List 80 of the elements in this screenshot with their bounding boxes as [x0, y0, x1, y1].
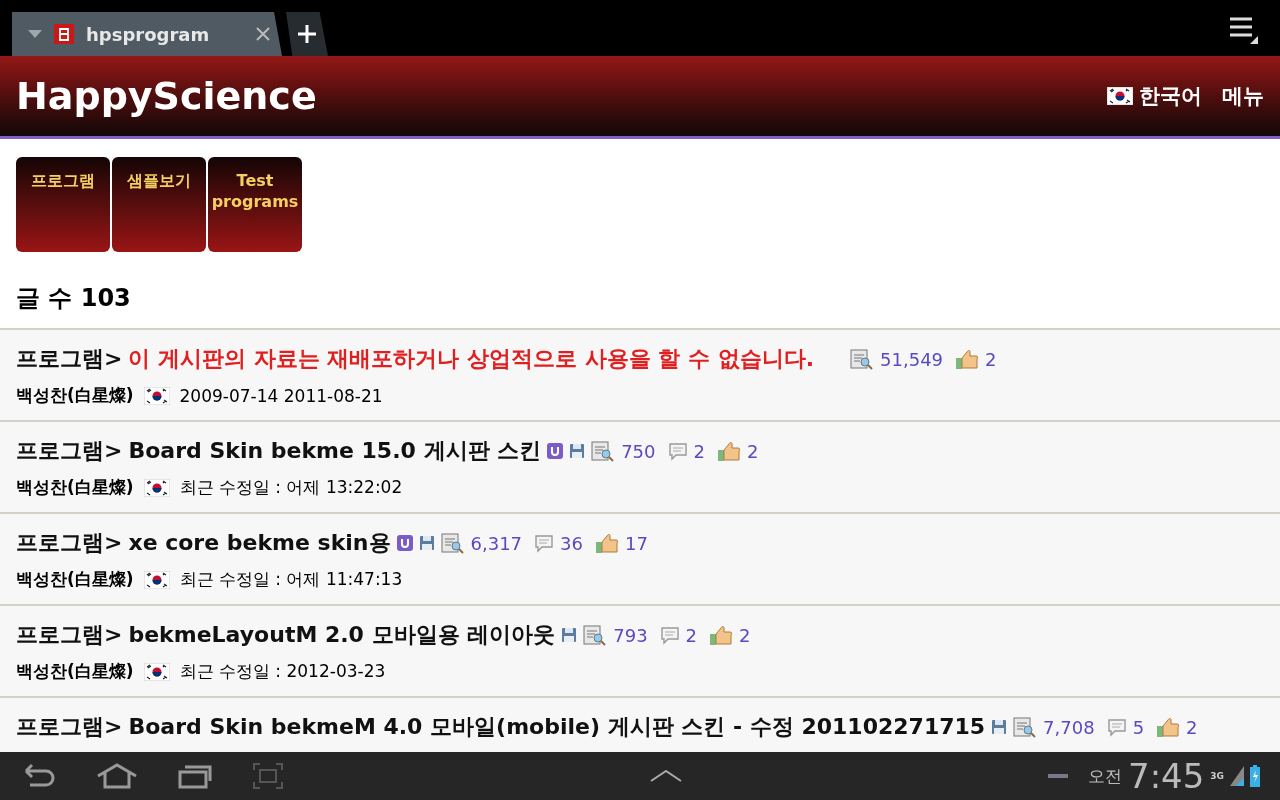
thumbs-up-icon [594, 532, 619, 554]
comment-count: 5 [1132, 716, 1145, 738]
home-icon[interactable] [96, 763, 138, 789]
view-count: 7,708 [1043, 716, 1095, 738]
close-icon[interactable] [256, 27, 270, 41]
korea-flag-icon [1107, 87, 1133, 105]
post-author: 백성찬(白星燦) [16, 660, 134, 683]
document-search-icon [583, 624, 608, 646]
post-author: 백성찬(白星燦) [16, 568, 134, 591]
post-date: 2009-07-14 2011-08-21 [179, 385, 383, 406]
battery-icon [1250, 765, 1260, 787]
like-count: 2 [747, 440, 759, 462]
view-count: 6,317 [470, 532, 523, 554]
comment-count: 36 [560, 532, 583, 554]
view-count: 750 [621, 440, 656, 462]
like-count: 2 [739, 624, 751, 646]
category-button[interactable]: 프로그램 [16, 157, 110, 252]
post-author: 백성찬(白星燦) [16, 384, 134, 407]
comment-count: 2 [693, 440, 705, 462]
network-type: 3G [1210, 771, 1224, 781]
speech-bubble-icon [1106, 717, 1127, 737]
speech-bubble-icon [534, 533, 555, 553]
thumbs-up-icon [1156, 716, 1181, 738]
post-title[interactable]: 이 게시판의 자료는 재배포하거나 상업적으로 사용을 할 수 없습니다. [128, 344, 815, 374]
like-count: 2 [1186, 716, 1198, 738]
post-date: 최근 수정일 : 어제 11:47:13 [179, 568, 403, 591]
browser-tab[interactable]: hpsprogram [12, 12, 282, 56]
tab-title: hpsprogram [86, 23, 211, 45]
dropdown-icon [28, 30, 42, 38]
view-count: 51,549 [880, 348, 944, 370]
thumbs-up-icon [955, 348, 980, 370]
like-count: 17 [624, 532, 648, 554]
post-category: 프로그램> [16, 529, 123, 557]
post-title[interactable]: Board Skin bekmeM 4.0 모바일(mobile) 게시판 스킨 - 수정 201102271715 [128, 712, 986, 742]
site-favicon-icon [54, 24, 74, 44]
post-category: 프로그램> [16, 713, 123, 741]
post-title[interactable]: xe core bekme skin용 [128, 528, 391, 558]
post-row[interactable]: 프로그램> Board Skin bekmeM 4.0 모바일(mobile) 게시판 스킨 - 수정 201102271715 7,708 5 2 [0, 696, 1280, 752]
minus-icon [1048, 774, 1068, 778]
post-category: 프로그램> [16, 621, 123, 649]
korea-flag-icon [143, 478, 170, 497]
thumbs-up-icon [717, 440, 741, 462]
clock: 7:45 [1128, 756, 1205, 796]
post-title[interactable]: bekmeLayoutM 2.0 모바일용 레이아웃 [128, 620, 556, 650]
menu-icon[interactable] [1228, 16, 1258, 44]
post-date: 최근 수정일 : 2012-03-23 [179, 660, 386, 683]
like-count: 2 [985, 348, 997, 370]
post-title[interactable]: Board Skin bekme 15.0 게시판 스킨 [128, 436, 542, 466]
category-button[interactable]: Test programs [208, 157, 302, 252]
user-badge-icon [396, 535, 413, 551]
comment-count: 2 [685, 624, 698, 646]
site-title[interactable]: HappyScience [16, 74, 1107, 118]
speech-bubble-icon [667, 441, 688, 461]
korea-flag-icon [143, 662, 170, 681]
post-author: 백성찬(白星燦) [16, 476, 134, 499]
recent-apps-icon[interactable] [178, 763, 212, 789]
post-row[interactable]: 프로그램> 이 게시판의 자료는 재배포하거나 상업적으로 사용을 할 수 없습니다. 51,549 2 백성찬(白星燦) 2009-07-14 2011-08-21 [0, 328, 1280, 420]
document-search-icon [591, 440, 616, 462]
post-row[interactable]: 프로그램> Board Skin bekme 15.0 게시판 스킨 750 2 2 백성찬(白星燦) 최근 수정일 : 어제 13:22:02 [0, 420, 1280, 512]
post-row[interactable]: 프로그램> bekmeLayoutM 2.0 모바일용 레이아웃 793 2 2 백성찬(白星燦) 최근 수정일 : 2012-03-23 [0, 604, 1280, 696]
menu-link[interactable]: 메뉴 [1222, 82, 1264, 110]
view-count: 793 [613, 624, 648, 646]
post-count: 글 수 103 [15, 283, 132, 314]
korea-flag-icon [143, 570, 170, 589]
category-button[interactable]: 샘플보기 [112, 157, 206, 252]
document-search-icon [850, 348, 875, 370]
thumbs-up-icon [709, 624, 734, 646]
post-row[interactable]: 프로그램> xe core bekme skin용 6,317 36 17 백성찬(白星燦) 최근 수정일 : 어제 11:47:13 [0, 512, 1280, 604]
post-category: 프로그램> [16, 437, 123, 465]
document-search-icon [440, 532, 465, 554]
language-link[interactable]: 한국어 [1139, 82, 1202, 110]
post-date: 최근 수정일 : 어제 13:22:02 [179, 476, 403, 499]
document-search-icon [1013, 716, 1038, 738]
korea-flag-icon [143, 386, 170, 405]
post-category: 프로그램> [16, 345, 123, 373]
signal-icon [1230, 766, 1244, 786]
speech-bubble-icon [659, 625, 680, 645]
user-badge-icon [547, 443, 564, 459]
new-tab-icon[interactable] [298, 25, 316, 43]
am-pm-label: 오전 [1088, 764, 1122, 788]
